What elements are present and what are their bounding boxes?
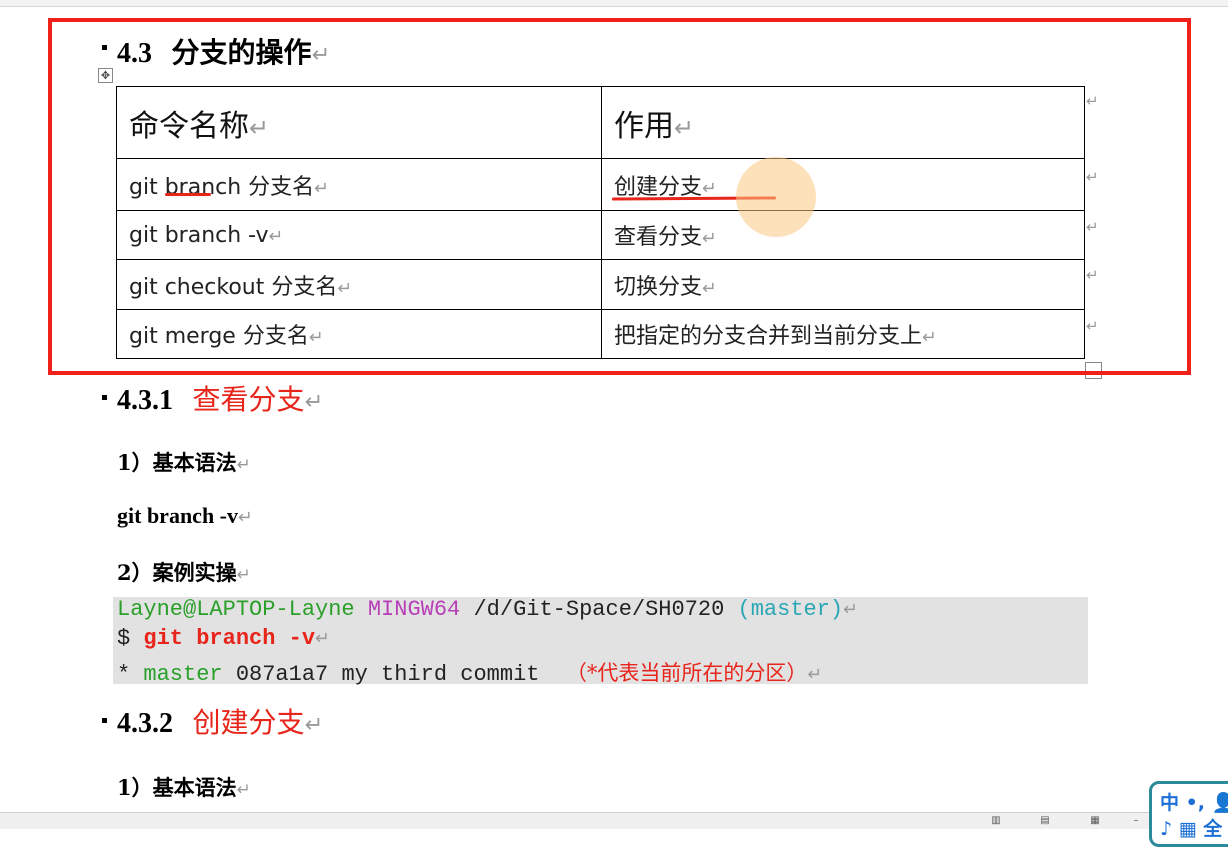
step-label: 1）基本语法↵ <box>117 775 251 800</box>
status-bar: ▥ ▤ ▦ – <box>0 812 1228 829</box>
zoom-out-icon[interactable]: – <box>1128 816 1144 826</box>
code-line-output: * master 087a1a7 my third commit （*代表当前所… <box>117 661 823 687</box>
print-layout-icon[interactable]: ▤ <box>1037 816 1053 826</box>
code-line-prompt: Layne@LAPTOP-Layne MINGW64 /d/Git-Space/… <box>117 597 858 622</box>
ime-row: 中 •, 👤 <box>1160 792 1228 814</box>
step-label: 2）案例实操↵ <box>117 560 251 585</box>
subsection-heading: 4.3.1 查看分支↵ <box>117 383 324 416</box>
subsection-number: 4.3.2 <box>117 708 173 739</box>
code-line-command: $ git branch -v↵ <box>117 626 330 651</box>
code-block: Layne@LAPTOP-Layne MINGW64 /d/Git-Space/… <box>113 597 1088 687</box>
step-label: 1）基本语法↵ <box>117 450 251 475</box>
window-top-strip <box>0 0 1228 7</box>
web-layout-icon[interactable]: ▦ <box>1087 816 1103 826</box>
subsection-number: 4.3.1 <box>117 385 173 416</box>
read-mode-icon[interactable]: ▥ <box>988 816 1004 826</box>
syntax-line: git branch -v↵ <box>117 503 253 528</box>
subsection-title: 查看分支 <box>192 383 305 416</box>
annotation-highlight-box <box>48 18 1191 375</box>
ime-toolbar[interactable]: 中 •, 👤 ♪ ▦ 全 <box>1149 781 1228 847</box>
subsection-title: 创建分支 <box>192 706 305 739</box>
subsection-heading: 4.3.2 创建分支↵ <box>117 706 324 739</box>
heading-bullet <box>102 395 107 400</box>
heading-bullet <box>102 718 107 723</box>
